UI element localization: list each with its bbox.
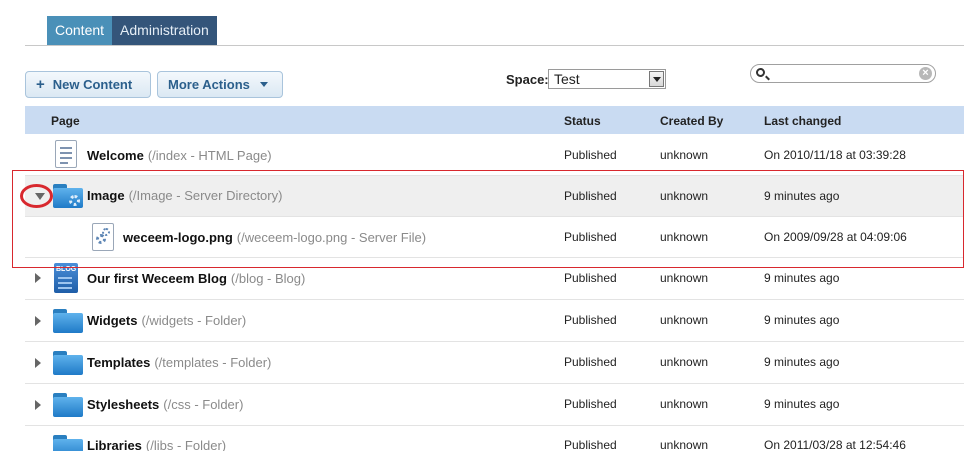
table-row[interactable]: Widgets (/widgets - Folder) Published unk… [25,300,964,342]
column-header-created-by[interactable]: Created By [660,114,723,128]
expand-toggle-icon[interactable] [35,400,41,410]
expand-toggle-icon[interactable] [35,273,41,283]
content-table: Page Status Created By Last changed Welc… [25,106,964,451]
row-title[interactable]: Templates (/templates - Folder) [87,355,271,370]
row-title[interactable]: Stylesheets (/css - Folder) [87,397,243,412]
table-row[interactable]: weceem-logo.png (/weceem-logo.png - Serve… [25,217,964,258]
folder-icon [53,435,83,451]
row-meta: (/Image - Server Directory) [128,188,283,203]
space-label: Space: [506,72,549,87]
folder-icon [53,351,83,375]
row-created-by: unknown [660,271,709,285]
row-last-changed: On 2010/11/18 at 03:39:28 [764,148,906,162]
chevron-down-icon [259,82,268,87]
row-title[interactable]: Image (/Image - Server Directory) [87,188,282,203]
row-created-by: unknown [660,230,709,244]
row-status: Published [564,148,617,162]
row-title[interactable]: Our first Weceem Blog (/blog - Blog) [87,271,305,286]
table-row[interactable]: Welcome (/index - HTML Page) Published un… [25,134,964,176]
search-input[interactable] [771,66,916,81]
main-tabs: Content Administration [47,16,217,45]
table-row[interactable]: Libraries (/libs - Folder) Published unkn… [25,426,964,451]
server-directory-icon [53,184,83,208]
row-meta: (/index - HTML Page) [147,148,272,163]
table-row[interactable]: BLOG Our first Weceem Blog (/blog - Blog)… [25,258,964,300]
row-title-text: Image [87,188,125,203]
blog-icon: BLOG [54,263,78,293]
row-title-text: weceem-logo.png [123,230,233,245]
row-title[interactable]: weceem-logo.png (/weceem-logo.png - Serve… [123,230,426,245]
row-last-changed: 9 minutes ago [764,189,840,203]
row-last-changed: On 2009/09/28 at 04:09:06 [764,230,907,244]
row-last-changed: 9 minutes ago [764,397,840,411]
row-meta: (/weceem-logo.png - Server File) [236,230,427,245]
more-actions-label: More Actions [168,77,250,92]
row-created-by: unknown [660,313,709,327]
row-created-by: unknown [660,148,709,162]
row-title-text: Stylesheets [87,397,160,412]
row-status: Published [564,397,617,411]
row-last-changed: 9 minutes ago [764,271,840,285]
row-last-changed: On 2011/03/28 at 12:54:46 [764,438,906,451]
row-status: Published [564,438,617,451]
tab-content[interactable]: Content [47,16,113,45]
clear-search-icon[interactable]: × [919,67,932,80]
column-header-last-changed[interactable]: Last changed [764,114,841,128]
row-meta: (/blog - Blog) [230,271,306,286]
row-meta: (/templates - Folder) [154,355,272,370]
server-file-icon [92,223,114,251]
column-header-status[interactable]: Status [564,114,601,128]
space-select-value: Test [554,71,580,87]
row-title[interactable]: Welcome (/index - HTML Page) [87,148,272,163]
column-header-page[interactable]: Page [51,114,80,128]
collapse-toggle-icon[interactable] [35,193,45,200]
table-row[interactable]: Image (/Image - Server Directory) Publish… [25,176,964,217]
more-actions-button[interactable]: More Actions [157,71,283,98]
dropdown-arrow-icon[interactable] [649,71,664,87]
html-page-icon [55,140,77,168]
expand-toggle-icon[interactable] [35,316,41,326]
folder-icon [53,393,83,417]
space-select[interactable]: Test [548,69,666,89]
row-last-changed: 9 minutes ago [764,313,840,327]
row-title-text: Templates [87,355,151,370]
row-status: Published [564,230,617,244]
row-status: Published [564,189,617,203]
search-icon [756,68,765,77]
table-header: Page Status Created By Last changed [25,106,964,134]
row-title-text: Libraries [87,438,142,451]
search-box: × [750,64,936,83]
row-title-text: Welcome [87,148,144,163]
row-title-text: Widgets [87,313,138,328]
table-row[interactable]: Templates (/templates - Folder) Published… [25,342,964,384]
expand-toggle-icon[interactable] [35,358,41,368]
row-meta: (/css - Folder) [163,397,244,412]
row-status: Published [564,313,617,327]
plus-icon: + [36,76,45,93]
row-created-by: unknown [660,189,709,203]
folder-icon [53,309,83,333]
new-content-button[interactable]: + New Content [25,71,151,98]
tabs-divider [25,45,964,46]
row-last-changed: 9 minutes ago [764,355,840,369]
row-title-text: Our first Weceem Blog [87,271,227,286]
row-created-by: unknown [660,438,709,451]
row-title[interactable]: Libraries (/libs - Folder) [87,438,226,451]
row-status: Published [564,355,617,369]
new-content-label: New Content [52,77,133,92]
table-row[interactable]: Stylesheets (/css - Folder) Published unk… [25,384,964,426]
tab-administration[interactable]: Administration [112,16,217,45]
row-title[interactable]: Widgets (/widgets - Folder) [87,313,246,328]
row-status: Published [564,271,617,285]
row-meta: (/libs - Folder) [145,438,227,451]
row-meta: (/widgets - Folder) [141,313,247,328]
row-created-by: unknown [660,397,709,411]
row-created-by: unknown [660,355,709,369]
